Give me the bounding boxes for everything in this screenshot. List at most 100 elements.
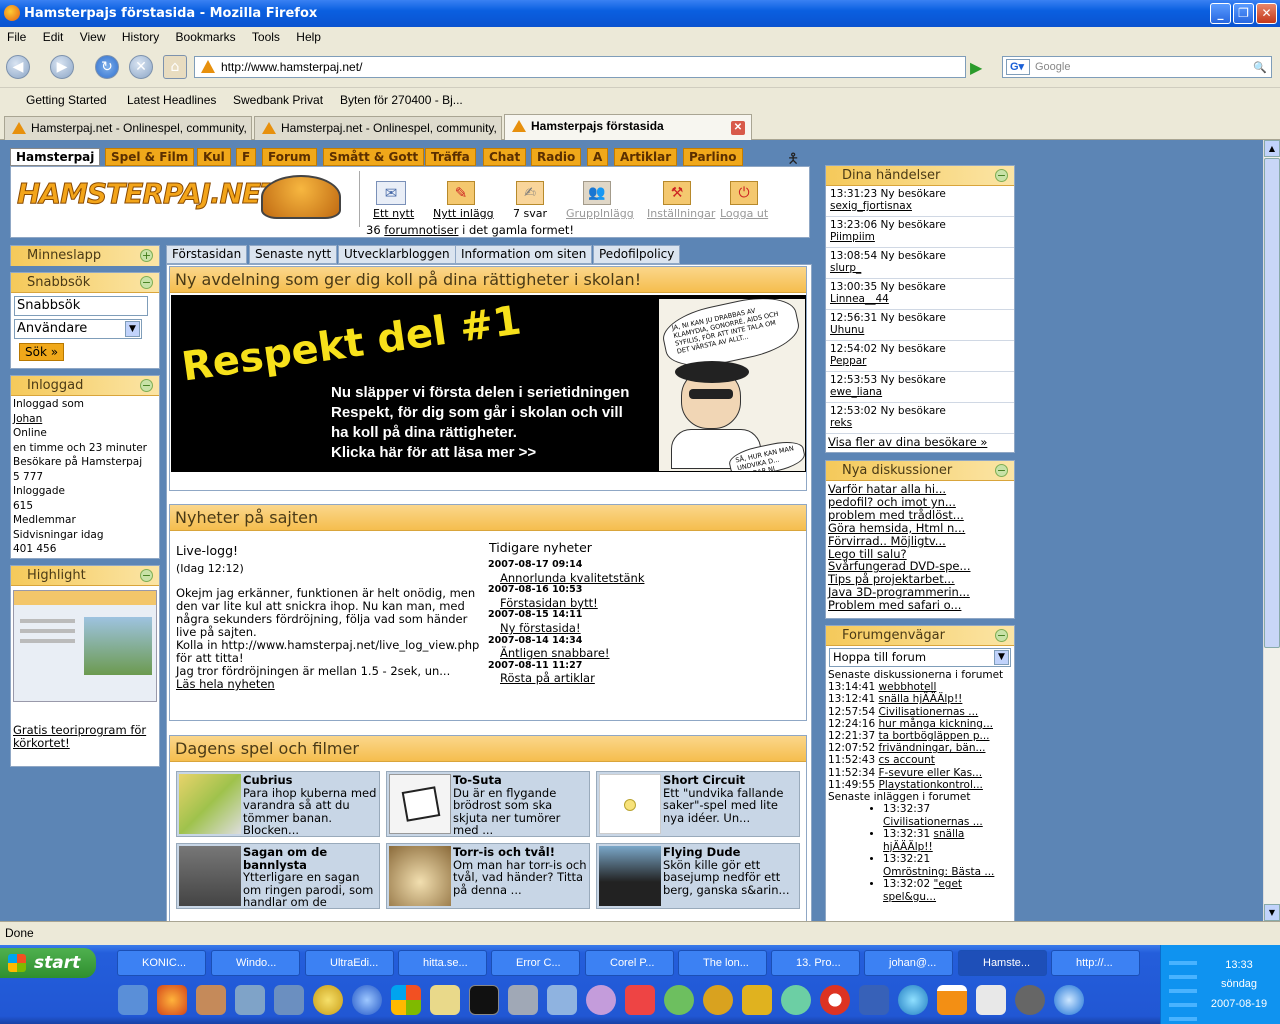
tray-icons[interactable] — [1169, 951, 1197, 1021]
event-user-link[interactable]: sexig_fjortisnax — [830, 200, 912, 212]
game-card[interactable]: Sagan om de bannlysta Ytterligare en saga… — [176, 843, 380, 909]
minus-icon[interactable]: − — [995, 464, 1008, 477]
events-more-link[interactable]: Visa fler av dina besökare » — [826, 434, 1014, 450]
menu-history[interactable]: History — [115, 27, 165, 44]
group-icon[interactable]: 👥 — [583, 181, 611, 205]
older-news-link[interactable]: Ny förstasida! — [488, 622, 788, 635]
minus-icon[interactable]: − — [995, 169, 1008, 182]
internet-explorer-icon[interactable] — [1054, 985, 1084, 1015]
older-news-link[interactable]: Rösta på artiklar — [488, 672, 788, 685]
event-user-link[interactable]: reks — [830, 417, 852, 429]
nav-parlino[interactable]: Parlino — [683, 148, 743, 166]
action-installningar[interactable]: Inställningar — [647, 207, 715, 220]
bookmark-swedbank[interactable]: Swedbank Privat — [233, 93, 323, 107]
menu-help[interactable]: Help — [289, 27, 327, 44]
logout-icon[interactable]: ⏻ — [730, 181, 758, 205]
magnifier-icon[interactable]: 🔍 — [1253, 58, 1267, 78]
taskbar-item[interactable]: Corel P... — [585, 950, 674, 976]
scroll-up-icon[interactable]: ▲ — [1264, 140, 1280, 157]
user-link[interactable]: Johan — [13, 412, 157, 427]
quicklaunch-icon[interactable] — [547, 985, 577, 1015]
start-button[interactable]: start — [0, 948, 96, 978]
taskbar-item[interactable]: UltraEdi... — [305, 950, 394, 976]
game-card[interactable]: Flying Dude Skön kille gör ett basejump n… — [596, 843, 800, 909]
snabbsok-select[interactable]: Användare ▼ — [14, 319, 142, 339]
messenger-icon[interactable] — [664, 985, 694, 1015]
event-user-link[interactable]: slurp_ — [830, 262, 861, 274]
home-icon[interactable]: ⌂ — [163, 55, 187, 79]
back-icon[interactable]: ◀ — [6, 55, 30, 79]
quicklaunch-icon[interactable] — [235, 985, 265, 1015]
maximize-button[interactable]: ❐ — [1233, 3, 1254, 24]
scroll-down-icon[interactable]: ▼ — [1264, 904, 1280, 921]
ptab-pedofilpolicy[interactable]: Pedofilpolicy — [593, 245, 681, 264]
reply-icon[interactable]: ✍ — [516, 181, 544, 205]
older-news-link[interactable]: Förstasidan bytt! — [488, 597, 788, 610]
event-user-link[interactable]: ewe_liana — [830, 386, 882, 398]
forum-thread-link[interactable]: Civilisationernas ... — [879, 706, 979, 718]
ptab-forstasidan[interactable]: Förstasidan — [166, 245, 248, 264]
quicklaunch-icon[interactable] — [586, 985, 616, 1015]
minneslapp-header[interactable]: Minneslapp + — [11, 246, 159, 266]
minus-icon[interactable]: − — [140, 569, 153, 582]
forum-thread-link[interactable]: cs account — [879, 754, 935, 766]
nav-forum[interactable]: Forum — [262, 148, 317, 166]
minus-icon[interactable]: − — [140, 276, 153, 289]
bookmark-getting-started[interactable]: Getting Started — [26, 93, 107, 107]
bookmark-byten[interactable]: Byten för 270400 - Bj... — [340, 93, 463, 107]
vlc-icon[interactable] — [937, 985, 967, 1015]
taskbar-item[interactable]: Error C... — [491, 950, 580, 976]
discussion-link[interactable]: Göra hemsida, Html n... — [828, 521, 1012, 535]
older-news-link[interactable]: Annorlunda kvalitetstänk — [488, 571, 788, 585]
banner-read-more[interactable]: Klicka här för att läsa mer >> — [331, 443, 671, 463]
tab-2[interactable]: Hamsterpaj.net - Onlinespel, community, … — [254, 116, 502, 140]
google-engine-icon[interactable]: G▾ — [1006, 59, 1030, 75]
forum-thread-link[interactable]: Playstationkontrol... — [879, 779, 983, 791]
nav-spel-film[interactable]: Spel & Film — [105, 148, 195, 166]
site-logo[interactable]: HAMSTERPAJ.NET — [16, 177, 279, 211]
forum-post-link[interactable]: Civilisationernas ... — [883, 816, 983, 828]
quicklaunch-icon[interactable] — [1015, 985, 1045, 1015]
taskbar-item[interactable]: 13. Pro... — [771, 950, 860, 976]
menu-file[interactable]: File — [0, 27, 32, 44]
settings-icon[interactable]: ⚒ — [663, 181, 691, 205]
nav-radio[interactable]: Radio — [531, 148, 582, 166]
firefox-launch-icon[interactable] — [157, 985, 187, 1015]
forward-icon[interactable]: ▶ — [50, 55, 74, 79]
action-gruppinlagg[interactable]: Grupplnlägg — [566, 207, 634, 220]
quicklaunch-icon[interactable] — [118, 985, 148, 1015]
stop-icon[interactable]: ✕ — [129, 55, 153, 79]
forum-post-icon[interactable]: ✎ — [447, 181, 475, 205]
quicklaunch-icon[interactable] — [508, 985, 538, 1015]
discussion-link[interactable]: Varför hatar alla hi... — [828, 483, 1012, 496]
game-card[interactable]: Short Circuit Ett "undvika fallande saker… — [596, 771, 800, 837]
forum-jump-select[interactable]: Hoppa till forum ▼ — [829, 648, 1011, 667]
older-news-link[interactable]: Äntligen snabbare! — [488, 647, 788, 660]
game-card[interactable]: Torr-is och tvål! Om man har torr-is och … — [386, 843, 590, 909]
forum-thread-link[interactable]: hur många kickning... — [879, 718, 993, 730]
chevron-down-icon[interactable]: ▼ — [125, 321, 140, 337]
highlight-link[interactable]: Gratis teoriprogram för körkortet! — [13, 724, 157, 750]
event-user-link[interactable]: Uhunu — [830, 324, 864, 336]
media-player-icon[interactable] — [352, 985, 382, 1015]
quicklaunch-icon[interactable] — [859, 985, 889, 1015]
url-bar[interactable]: http://www.hamsterpaj.net/ — [194, 56, 966, 78]
nav-smatt-gott[interactable]: Smått & Gott — [323, 148, 425, 166]
sok-button[interactable]: Sök » — [19, 343, 65, 361]
event-user-link[interactable]: Peppar — [830, 355, 867, 367]
quicklaunch-icon[interactable] — [274, 985, 304, 1015]
ptab-senaste-nytt[interactable]: Senaste nytt — [249, 245, 338, 264]
menu-bookmarks[interactable]: Bookmarks — [169, 27, 242, 44]
menu-edit[interactable]: Edit — [36, 27, 70, 44]
game-card[interactable]: Cubrius Para ihop kuberna med varandra så… — [176, 771, 380, 837]
taskbar-item[interactable]: hitta.se... — [398, 950, 487, 976]
taskbar-item[interactable]: johan@... — [864, 950, 953, 976]
tab-3-active[interactable]: Hamsterpajs förstasida ✕ — [504, 114, 752, 141]
close-button[interactable]: ✕ — [1256, 3, 1277, 24]
taskbar-item[interactable]: The lon... — [678, 950, 767, 976]
menu-view[interactable]: View — [73, 27, 112, 44]
scroll-thumb[interactable] — [1264, 158, 1280, 648]
minus-icon[interactable]: − — [140, 379, 153, 392]
ptab-utvecklarbloggen[interactable]: Utvecklarbloggen — [338, 245, 456, 264]
nav-kul[interactable]: Kul — [197, 148, 231, 166]
